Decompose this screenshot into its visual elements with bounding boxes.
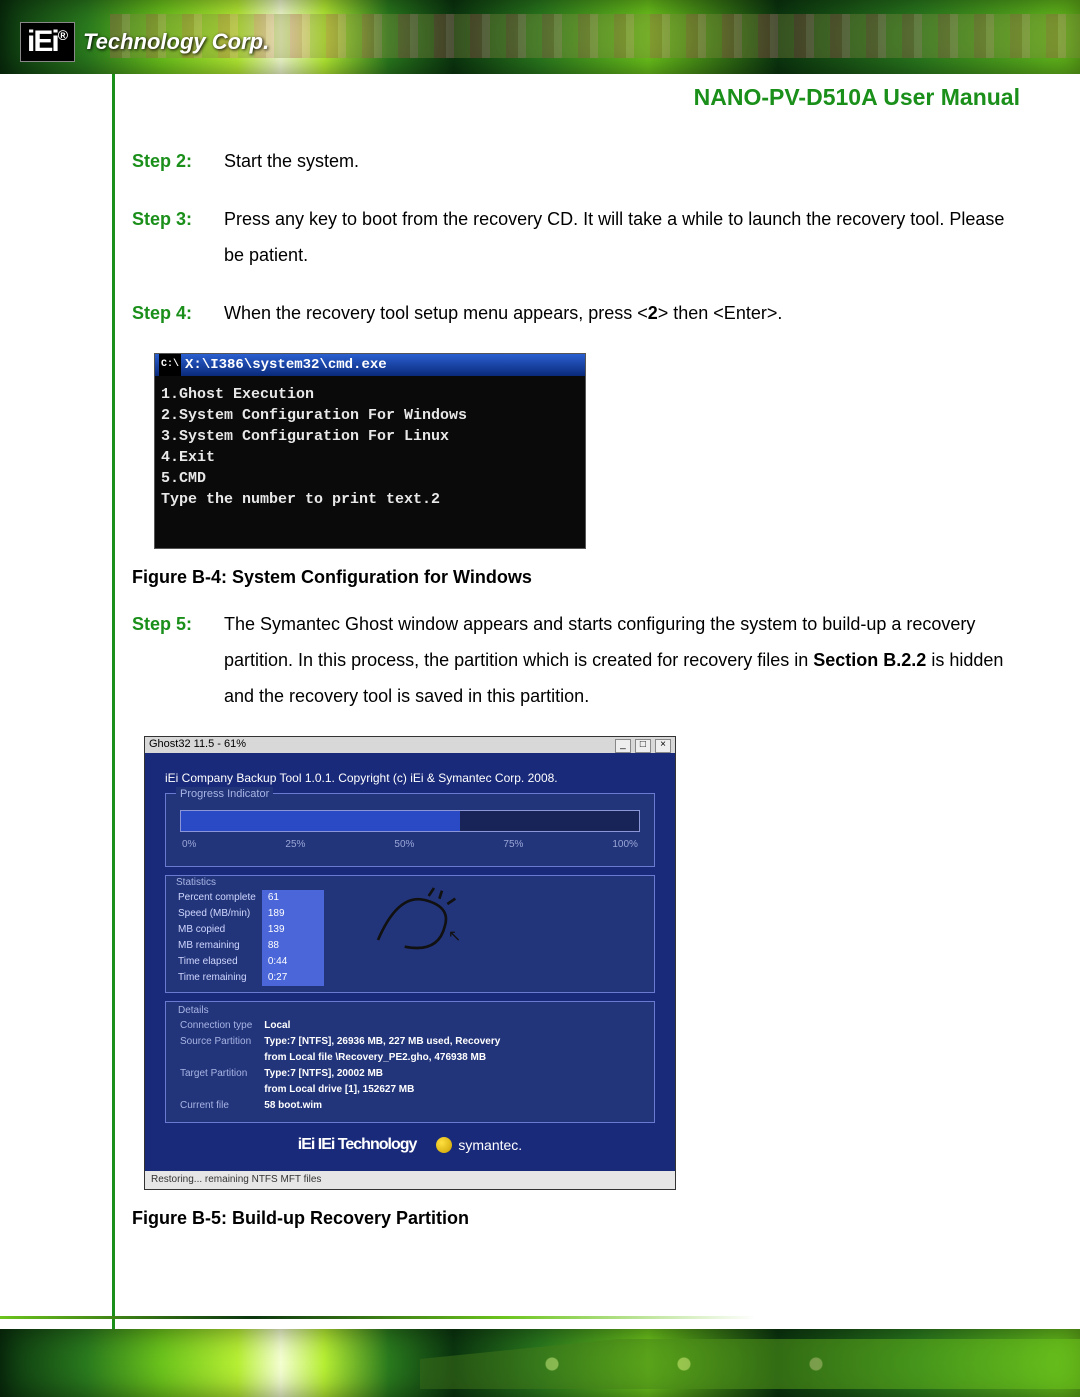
close-icon: ×: [655, 739, 671, 753]
stats-row: Speed (MB/min)189: [172, 906, 324, 922]
stats-row: Percent complete61: [172, 890, 324, 906]
details-row: Current file58 boot.wim: [174, 1098, 506, 1114]
ghost-statusbar: Restoring... remaining NTFS MFT files: [145, 1171, 675, 1189]
figure-b5: Ghost32 11.5 - 61% _ □ × iEi Company Bac…: [132, 736, 1020, 1229]
stats-title: Statistics: [176, 876, 324, 890]
progress-box-title: Progress Indicator: [176, 787, 273, 801]
stats-row: Time remaining0:27: [172, 970, 324, 986]
stats-row: MB remaining88: [172, 938, 324, 954]
step-text: Press any key to boot from the recovery …: [224, 201, 1020, 273]
window-buttons: _ □ ×: [614, 737, 671, 753]
step-label: Step 2:: [132, 143, 212, 179]
details-panel: Details Connection typeLocalSource Parti…: [165, 1001, 655, 1123]
details-title: Details: [178, 1004, 646, 1018]
iei-logo: iEi IEi Technology: [298, 1138, 417, 1152]
manual-page: iEi® Technology Corp. NANO-PV-D510A User…: [0, 0, 1080, 1397]
step-label: Step 3:: [132, 201, 212, 273]
ghost-titlebar: Ghost32 11.5 - 61% _ □ ×: [145, 737, 675, 753]
details-table: Connection typeLocalSource PartitionType…: [174, 1018, 506, 1114]
ghost-window-screenshot: Ghost32 11.5 - 61% _ □ × iEi Company Bac…: [144, 736, 676, 1190]
cmd-output: 1.Ghost Execution 2.System Configuration…: [155, 376, 585, 548]
step-2: Step 2: Start the system.: [132, 143, 1020, 179]
step-text: When the recovery tool setup menu appear…: [224, 295, 782, 331]
stats-row: MB copied139: [172, 922, 324, 938]
step-4: Step 4: When the recovery tool setup men…: [132, 295, 1020, 331]
minimize-icon: _: [615, 739, 631, 753]
symantec-logo: symantec.: [436, 1137, 522, 1153]
vertical-accent-line: [112, 74, 115, 1329]
logo-text: Technology Corp.: [83, 29, 269, 55]
progress-ticks: 0% 25% 50% 75% 100%: [180, 838, 640, 852]
ghost-body: iEi Company Backup Tool 1.0.1. Copyright…: [145, 753, 675, 1171]
stats-table: Percent complete61Speed (MB/min)189MB co…: [172, 890, 324, 986]
details-row: from Local drive [1], 152627 MB: [174, 1082, 506, 1098]
step-5: Step 5: The Symantec Ghost window appear…: [132, 606, 1020, 714]
maximize-icon: □: [635, 739, 651, 753]
cmd-icon: C:\: [159, 354, 181, 376]
cmd-title: X:\I386\system32\cmd.exe: [185, 354, 387, 376]
details-row: Source PartitionType:7 [NTFS], 26936 MB,…: [174, 1034, 506, 1050]
footer-rule: [0, 1316, 1080, 1319]
ghost-squiggle-icon: [338, 880, 498, 960]
step-3: Step 3: Press any key to boot from the r…: [132, 201, 1020, 273]
figure-caption: Figure B-5: Build-up Recovery Partition: [132, 1208, 1020, 1229]
ghost-graphic-area: ↖: [330, 876, 654, 992]
cmd-titlebar: C:\ X:\I386\system32\cmd.exe: [155, 354, 585, 376]
pcb-footer-art: [420, 1339, 1080, 1389]
ghost-copyright: iEi Company Backup Tool 1.0.1. Copyright…: [165, 771, 655, 785]
ghost-title: Ghost32 11.5 - 61%: [149, 737, 246, 753]
step-label: Step 4:: [132, 295, 212, 331]
logo-mark: iEi®: [20, 22, 75, 62]
figure-b4: C:\ X:\I386\system32\cmd.exe 1.Ghost Exe…: [132, 353, 1020, 588]
stats-row: Time elapsed0:44: [172, 954, 324, 970]
step-label: Step 5:: [132, 606, 212, 714]
document-title: NANO-PV-D510A User Manual: [132, 84, 1020, 111]
symantec-icon: [436, 1137, 452, 1153]
step-text: The Symantec Ghost window appears and st…: [224, 606, 1020, 714]
progress-box: Progress Indicator 0% 25% 50% 75% 100%: [165, 793, 655, 867]
step-text: Start the system.: [224, 143, 359, 179]
progress-bar: [180, 810, 640, 832]
details-row: from Local file \Recovery_PE2.gho, 47693…: [174, 1050, 506, 1066]
details-row: Connection typeLocal: [174, 1018, 506, 1034]
company-logo: iEi® Technology Corp.: [20, 22, 269, 62]
ghost-footer-logos: iEi IEi Technology symantec.: [165, 1123, 655, 1163]
cmd-window-screenshot: C:\ X:\I386\system32\cmd.exe 1.Ghost Exe…: [154, 353, 586, 549]
page-content: NANO-PV-D510A User Manual Step 2: Start …: [132, 74, 1020, 1247]
progress-fill: [181, 811, 460, 831]
bottom-decorative-banner: [0, 1329, 1080, 1397]
details-row: Target PartitionType:7 [NTFS], 20002 MB: [174, 1066, 506, 1082]
stats-panel: Statistics Percent complete61Speed (MB/m…: [166, 876, 330, 992]
figure-caption: Figure B-4: System Configuration for Win…: [132, 567, 1020, 588]
ghost-panels: Statistics Percent complete61Speed (MB/m…: [165, 875, 655, 993]
